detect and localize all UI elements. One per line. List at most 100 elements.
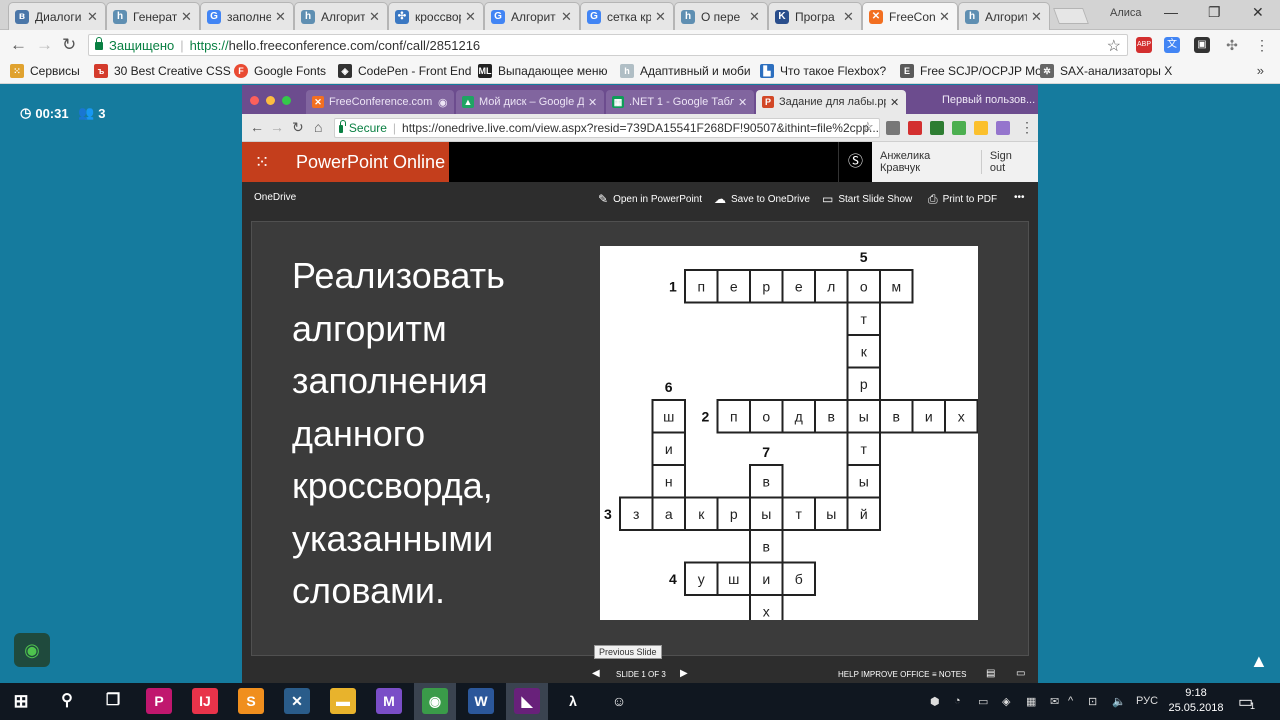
browser-tab[interactable]: K Програ ✕: [768, 2, 862, 30]
word-icon[interactable]: W: [468, 688, 494, 714]
bookmark-item[interactable]: ◈ CodePen - Front End: [338, 64, 471, 78]
restore-icon[interactable]: ❐: [1208, 4, 1221, 21]
close-icon[interactable]: ✕: [749, 9, 761, 25]
sublime-icon[interactable]: S: [238, 688, 264, 714]
network-icon[interactable]: ⊡: [1088, 695, 1097, 708]
close-icon: ✕: [890, 96, 900, 109]
windows-start-icon[interactable]: ⊞: [8, 688, 34, 714]
crossword-letter: н: [665, 473, 673, 489]
translate-icon[interactable]: 文: [1164, 37, 1180, 53]
bookmark-item[interactable]: F Google Fonts: [234, 64, 326, 78]
bookmark-icon: E: [900, 64, 914, 78]
close-icon[interactable]: ✕: [87, 9, 99, 25]
browser-tab[interactable]: h Генерат ✕: [106, 2, 200, 30]
language-indicator[interactable]: РУС: [1136, 695, 1158, 707]
url-field[interactable]: Защищено | https:// hello.freeconference…: [88, 34, 1128, 56]
puzzle-icon[interactable]: ✣: [1224, 37, 1240, 53]
chrome-icon[interactable]: ◉: [422, 688, 448, 714]
close-icon[interactable]: ✕: [939, 9, 951, 25]
close-icon[interactable]: ✕: [843, 9, 855, 25]
tray-icon[interactable]: ◔: [954, 695, 961, 707]
phpstorm-icon[interactable]: P: [146, 688, 172, 714]
bookmark-item[interactable]: ▙ Что такое Flexbox?: [760, 64, 886, 78]
minimize-dot-icon: [266, 96, 275, 105]
close-icon[interactable]: ✕: [1031, 9, 1043, 25]
browser-tab[interactable]: G заполне ✕: [200, 2, 294, 30]
back-icon[interactable]: ←: [10, 35, 27, 55]
lambda-icon[interactable]: λ: [560, 688, 586, 714]
tray-icon[interactable]: ⬢: [930, 695, 940, 708]
inner-tab-title: Мой диск – Google Диск: [479, 96, 584, 108]
bookmark-item[interactable]: ✲ SAX-анализаторы X: [1040, 64, 1172, 78]
sign-out-link: Sign out: [989, 150, 1012, 174]
browser-tab[interactable]: G сетка кр ✕: [580, 2, 674, 30]
inner-url-field: Secure | https://onedrive.live.com/view.…: [334, 118, 880, 138]
adblock-icon[interactable]: ABP: [1136, 37, 1152, 53]
crossword-grid: п е р е л о мп о д в ы в и хз а к р ы т ы йу ш и бткртышин ввх12…: [604, 249, 978, 620]
lock-icon: [95, 37, 103, 50]
participant-count[interactable]: 👥 3: [78, 105, 105, 121]
profile-name[interactable]: Алиса: [1110, 7, 1142, 19]
minimize-icon[interactable]: —: [1164, 4, 1178, 20]
bookmark-item[interactable]: h Адаптивный и моби: [620, 64, 751, 78]
explorer-icon[interactable]: ▬: [330, 688, 356, 714]
bookmark-item[interactable]: E Free SCJP/OCPJP Mo: [900, 64, 1042, 78]
bookmark-star-icon[interactable]: ☆: [1107, 36, 1121, 56]
discord-icon[interactable]: ☺: [606, 688, 632, 714]
new-tab-button[interactable]: [1053, 8, 1089, 24]
intellij-icon[interactable]: IJ: [192, 688, 218, 714]
forward-icon[interactable]: →: [36, 35, 53, 55]
maximize-dot-icon: [282, 96, 291, 105]
task-view-icon[interactable]: ❐: [100, 688, 126, 714]
bookmark-item[interactable]: ⁙ Сервисы: [10, 64, 80, 78]
window-close-icon[interactable]: ✕: [1252, 4, 1264, 21]
inner-tab-bar: ✕ FreeConference.com ◉ ▲ Мой диск – Goog…: [242, 85, 1038, 114]
connection-quality-icon[interactable]: ◉: [14, 633, 50, 667]
browser-tab[interactable]: ✣ кроссвор ✕: [388, 2, 484, 30]
close-icon[interactable]: ✕: [465, 9, 477, 25]
bookmark-item[interactable]: ъ 30 Best Creative CSS: [94, 64, 231, 78]
slide-text-line: заполнения: [292, 360, 488, 401]
close-icon[interactable]: ✕: [655, 9, 667, 25]
browser-tab[interactable]: G Алгорит ✕: [484, 2, 580, 30]
search-icon[interactable]: ⚲: [54, 688, 80, 714]
google-icon: G: [491, 9, 505, 24]
slide-stage: Реализовать алгоритм заполнения данного …: [242, 214, 1038, 665]
chevron-up-icon[interactable]: ▲: [1250, 651, 1268, 672]
tray-icon[interactable]: ◈: [1002, 695, 1010, 708]
browser-tab[interactable]: h Алгорит ✕: [294, 2, 388, 30]
habr-icon: h: [965, 9, 979, 24]
crossword-letter: п: [730, 408, 738, 424]
participants-icon: 👥: [78, 105, 95, 120]
bookmark-star-icon: ☆: [862, 119, 874, 134]
menu-icon[interactable]: ⋮: [1254, 37, 1270, 53]
volume-icon[interactable]: 🔈: [1112, 695, 1126, 708]
crossword-letter: а: [665, 506, 673, 522]
tab-title: Алгорит: [511, 9, 556, 24]
browser-tab-active[interactable]: ✕ FreeCon ✕: [862, 2, 958, 30]
more-bookmarks-icon[interactable]: »: [1257, 63, 1264, 78]
crossword-clue-number: 4: [669, 571, 677, 587]
bookmark-item[interactable]: ML Выпадающее меню: [478, 64, 607, 78]
tray-chevron-icon[interactable]: ^: [1068, 695, 1073, 707]
browser-tab[interactable]: h Алгорит ✕: [958, 2, 1050, 30]
system-clock[interactable]: 9:18 25.05.2018: [1168, 686, 1224, 716]
reload-icon[interactable]: ↻: [62, 35, 76, 55]
close-icon[interactable]: ✕: [369, 9, 381, 25]
malwarebytes-icon[interactable]: M: [376, 688, 402, 714]
browser-tab[interactable]: в Диалоги ✕: [8, 2, 106, 30]
close-icon[interactable]: ✕: [561, 9, 573, 25]
tray-icon[interactable]: ▭: [978, 695, 988, 708]
lock-icon: [339, 120, 346, 133]
close-icon[interactable]: ✕: [181, 9, 193, 25]
crossword-clue-number: 7: [762, 444, 770, 460]
close-icon[interactable]: ✕: [275, 9, 287, 25]
extension-icon[interactable]: ▣: [1194, 37, 1210, 53]
secure-badge[interactable]: Защищено: [95, 37, 175, 53]
network-icon[interactable]: ✕: [284, 688, 310, 714]
tray-icon[interactable]: ▦: [1026, 695, 1036, 708]
secure-label: Защищено: [109, 37, 175, 53]
browser-tab[interactable]: h О пере ✕: [674, 2, 768, 30]
tray-icon[interactable]: ✉: [1050, 695, 1059, 708]
visualstudio-icon[interactable]: ◣: [514, 688, 540, 714]
